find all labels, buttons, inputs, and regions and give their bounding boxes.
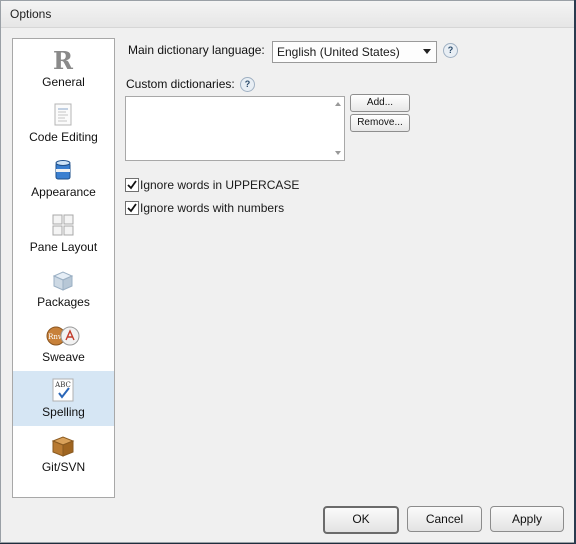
chevron-down-icon — [423, 49, 431, 54]
sidebar-item-git-svn[interactable]: Git/SVN — [13, 426, 114, 481]
sidebar-item-packages[interactable]: Packages — [13, 261, 114, 316]
scroll-down-icon[interactable] — [335, 151, 341, 155]
ok-button[interactable]: OK — [323, 506, 399, 534]
sidebar-item-spelling[interactable]: ABC Spelling — [13, 371, 114, 426]
checkmark-icon — [127, 180, 137, 190]
options-dialog: Options R General Code Editing Appearanc… — [0, 0, 576, 543]
ignore-numbers-checkbox[interactable] — [125, 201, 139, 215]
code-document-icon — [50, 102, 76, 128]
help-icon[interactable]: ? — [240, 77, 255, 92]
sidebar-item-code-editing[interactable]: Code Editing — [13, 96, 114, 151]
sidebar-item-label: Spelling — [42, 405, 85, 419]
help-icon[interactable]: ? — [443, 43, 458, 58]
git-box-icon — [50, 432, 76, 458]
svg-text:R: R — [53, 47, 74, 73]
sidebar-item-label: Code Editing — [29, 130, 98, 144]
options-sidebar: R General Code Editing Appearance Pane L… — [12, 38, 115, 498]
custom-dictionaries-label: Custom dictionaries: — [126, 77, 235, 91]
checkmark-icon — [127, 203, 137, 213]
cancel-button[interactable]: Cancel — [407, 506, 482, 532]
sidebar-item-label: Sweave — [42, 350, 85, 364]
sidebar-item-label: General — [42, 75, 85, 89]
ignore-uppercase-checkbox[interactable] — [125, 178, 139, 192]
spelling-pane: Main dictionary language: English (Unite… — [125, 38, 565, 498]
ignore-uppercase-label: Ignore words in UPPERCASE — [140, 178, 300, 192]
sidebar-item-pane-layout[interactable]: Pane Layout — [13, 206, 114, 261]
main-dictionary-select[interactable]: English (United States) — [272, 41, 437, 63]
main-dictionary-label: Main dictionary language: — [128, 43, 265, 57]
pane-grid-icon — [50, 212, 76, 238]
sidebar-item-general[interactable]: R General — [13, 41, 114, 96]
sidebar-item-label: Packages — [37, 295, 90, 309]
r-logo-icon: R — [50, 46, 76, 75]
remove-dictionary-button[interactable]: Remove... — [350, 114, 410, 132]
sidebar-item-label: Pane Layout — [29, 240, 98, 254]
add-dictionary-button[interactable]: Add... — [350, 94, 410, 112]
title-bar[interactable]: Options — [1, 1, 575, 28]
ignore-numbers-label: Ignore words with numbers — [140, 201, 285, 215]
custom-dictionaries-list[interactable] — [125, 96, 345, 161]
main-dictionary-value: English (United States) — [277, 45, 400, 59]
window-title: Options — [10, 7, 52, 21]
sweave-pdf-icon: Rnw — [45, 322, 81, 348]
sidebar-item-label: Appearance — [31, 185, 96, 199]
sidebar-item-sweave[interactable]: Rnw Sweave — [13, 316, 114, 371]
paint-bucket-icon — [50, 157, 76, 183]
package-box-icon — [50, 267, 76, 293]
sidebar-item-appearance[interactable]: Appearance — [13, 151, 114, 206]
sidebar-item-label: Git/SVN — [41, 460, 86, 474]
abc-check-icon: ABC — [50, 377, 76, 403]
scroll-up-icon[interactable] — [335, 102, 341, 106]
apply-button[interactable]: Apply — [490, 506, 564, 532]
